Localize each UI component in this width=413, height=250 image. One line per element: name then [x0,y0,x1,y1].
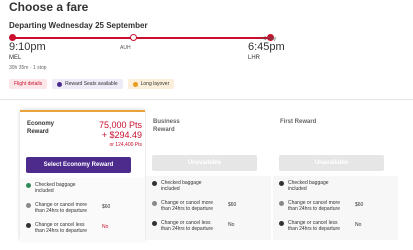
flight-duration: 30h 35m · 1 stop [9,65,47,71]
first-unavailable-button: Unavailable [279,155,384,171]
fare-name: Business Reward [153,119,180,133]
check-icon [152,181,157,186]
cross-icon [26,223,31,228]
feature-value: No [102,224,109,230]
business-unavailable-button: Unavailable [152,155,257,171]
select-economy-button[interactable]: Select Economy Reward [26,157,131,173]
feature-text: Change or cancel more than 24hrs to depa… [35,202,87,214]
feature-value: $60 [102,204,111,210]
cross-icon [279,221,284,226]
feature-text: Change or cancel more than 24hrs to depa… [288,200,340,212]
fare-card-economy[interactable]: Economy Reward 75,000 Pts + $294.49 or 1… [20,110,145,242]
long-layover-chip: Long layover [127,79,175,89]
dollar-icon [279,201,284,206]
fare-alt-points: or 124,400 Pts [109,142,142,148]
long-layover-label: Long layover [140,81,170,87]
fare-points: 75,000 Pts [98,120,142,130]
fare-cash: + $294.49 [101,130,142,140]
reward-seats-label: Reward Seats available [65,81,118,87]
fare-name: First Reward [280,119,317,125]
flight-details-button[interactable]: Flight details [9,79,48,89]
feature-value: $60 [355,202,364,208]
timeline-segment-1 [13,37,133,39]
reward-seats-chip: Reward Seats available [52,79,123,89]
arrival-code: LHR [248,55,261,61]
fare-card-business: Business Reward Unavailable Checked bagg… [146,110,271,240]
check-icon [26,183,31,188]
dollar-icon [26,203,31,208]
feature-text: Change or cancel less than 24hrs to depa… [35,222,87,234]
cross-icon [152,221,157,226]
fare-name: Economy Reward [27,121,55,135]
fare-card-first: First Reward Unavailable Checked baggage… [273,110,398,240]
flight-heading: Departing Wednesday 25 September [9,21,148,30]
check-icon [279,181,284,186]
feature-value: No [355,222,362,228]
feature-text: Change or cancel more than 24hrs to depa… [161,200,213,212]
feature-value: $60 [228,202,237,208]
arrival-time: 6:45pm [248,41,285,53]
dollar-icon [152,201,157,206]
departure-dot-icon [9,34,16,41]
flight-chips: Flight details Reward Seats available Lo… [9,79,175,89]
stop-dot-icon [130,34,137,41]
departure-code: MEL [9,55,22,61]
departure-time: 9:10pm [9,41,46,53]
feature-text: Checked baggage included [161,180,202,192]
feature-text: Change or cancel less than 24hrs to depa… [161,220,213,232]
feature-text: Checked baggage included [288,180,329,192]
flight-details-label: Flight details [14,81,43,87]
clock-icon [132,81,138,87]
timeline-segment-2 [133,37,271,39]
stop-code: AUH [120,45,131,51]
feature-text: Checked baggage included [35,182,76,194]
flight-timeline [9,32,279,44]
section-divider [0,99,413,100]
feature-value: No [228,222,235,228]
reward-icon [57,81,63,87]
page-title: Choose a fare [9,0,89,14]
feature-text: Change or cancel less than 24hrs to depa… [288,220,340,232]
